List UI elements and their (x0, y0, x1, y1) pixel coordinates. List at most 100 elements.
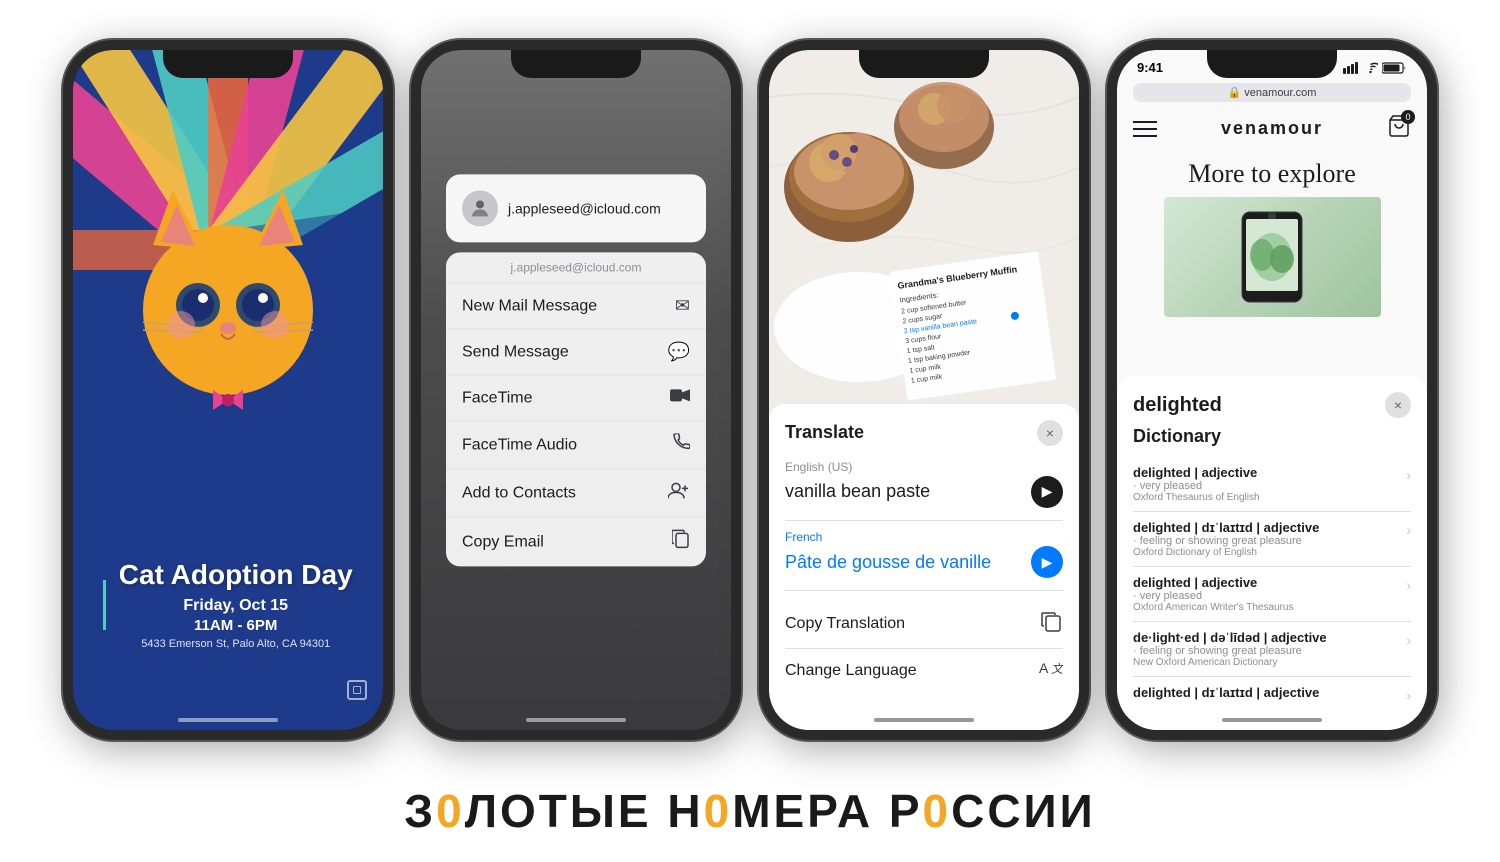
change-language-action[interactable]: Change Language A 文 (785, 649, 1063, 694)
venamour-logo: venamour (1157, 118, 1387, 139)
dict-entry-2[interactable]: delighted | dɪˈlaɪtɪd | adjective · feel… (1133, 512, 1411, 567)
message-icon: 💬 (668, 341, 690, 362)
dict-entry-2-title: delighted | dɪˈlaɪtɪd | adjective (1133, 520, 1406, 535)
phone1-frame: Cat Adoption Day Friday, Oct 15 11AM - 6… (63, 40, 393, 740)
dict-entry-5-content: delighted | dɪˈlaɪtɪd | adjective (1133, 685, 1406, 700)
dictionary-close-button[interactable]: × (1385, 392, 1411, 418)
cat-event-content: Cat Adoption Day Friday, Oct 15 11AM - 6… (73, 560, 383, 730)
status-time: 9:41 (1137, 60, 1163, 75)
phone4-home-indicator (1222, 718, 1322, 722)
bottom-text-area: З0ЛОТЫЕ Н0МЕРА Р0ССИИ (0, 760, 1500, 862)
menu-item-copy-email[interactable]: Copy Email (446, 517, 706, 566)
phone1-home-indicator (178, 718, 278, 722)
url-text: venamour.com (1244, 87, 1316, 99)
venamour-product-image (1164, 197, 1381, 317)
email-avatar (462, 190, 498, 226)
svg-text:A: A (1039, 660, 1049, 676)
dictionary-word: delighted (1133, 394, 1222, 417)
dict-entry-1[interactable]: delighted | adjective · very pleased Oxf… (1133, 457, 1411, 512)
phone4-screen: 9:41 (1117, 50, 1427, 730)
golden-numbers-text: З0ЛОТЫЕ Н0МЕРА Р0ССИИ (404, 784, 1095, 838)
chevron-icon-1: › (1406, 467, 1411, 483)
muffin-photo: Grandma's Blueberry Muffin Ingredients: … (769, 50, 1079, 424)
chevron-icon-5: › (1406, 687, 1411, 703)
venamour-page-heading: More to explore (1117, 159, 1427, 189)
text-highlight-0: 0 (436, 785, 465, 837)
translate-title: Translate (785, 422, 864, 443)
dict-entry-1-title: delighted | adjective (1133, 465, 1406, 480)
cat-event-time: 11AM - 6PM (119, 617, 353, 634)
cat-event-title: Cat Adoption Day (119, 560, 353, 591)
copy-icon (672, 529, 690, 554)
cat-event-date: Friday, Oct 15 (119, 597, 353, 615)
phone3-home-indicator (874, 718, 974, 722)
target-lang-label: French (785, 530, 1063, 544)
phone1-screen: Cat Adoption Day Friday, Oct 15 11AM - 6… (73, 50, 383, 730)
venamour-status-bar: 9:41 (1117, 50, 1427, 79)
svg-text:文: 文 (1051, 662, 1063, 676)
dict-entry-4-content: de·light·ed | dəˈlīdəd | adjective · fee… (1133, 630, 1406, 668)
translate-divider (785, 520, 1063, 521)
copy-translation-action[interactable]: Copy Translation (785, 601, 1063, 649)
dict-entry-1-sub: · very pleased (1133, 480, 1406, 492)
chevron-icon-4: › (1406, 632, 1411, 648)
menu-item-add-contacts[interactable]: Add to Contacts (446, 469, 706, 517)
translate-source-section: English (US) vanilla bean paste ▶ (785, 460, 1063, 508)
dict-entry-1-content: delighted | adjective · very pleased Oxf… (1133, 465, 1406, 503)
venamour-nav: venamour 0 (1117, 106, 1427, 151)
dictionary-section-label: Dictionary (1133, 426, 1411, 447)
menu-item-facetime-audio[interactable]: FaceTime Audio (446, 421, 706, 469)
source-text: vanilla bean paste ▶ (785, 476, 1063, 508)
cart-icon-wrapper[interactable]: 0 (1387, 114, 1411, 143)
menu-item-facetime[interactable]: FaceTime (446, 375, 706, 421)
copy-translation-icon (1041, 611, 1063, 638)
dict-entry-3-source: Oxford American Writer's Thesaurus (1133, 602, 1406, 613)
cat-event-address: 5433 Emerson St, Palo Alto, CA 94301 (119, 638, 353, 650)
dictionary-panel: delighted × Dictionary delighted | adjec… (1117, 376, 1427, 730)
phone2-home-indicator (526, 718, 626, 722)
dict-entry-4-title: de·light·ed | dəˈlīdəd | adjective (1133, 630, 1406, 645)
phone4-frame: 9:41 (1107, 40, 1437, 740)
phone3-frame: Grandma's Blueberry Muffin Ingredients: … (759, 40, 1089, 740)
translate-divider2 (785, 590, 1063, 591)
dict-entry-1-source: Oxford Thesaurus of English (1133, 492, 1406, 503)
phone2-screen: j.appleseed@icloud.com j.appleseed@iclou… (421, 50, 731, 730)
dict-entry-3[interactable]: delighted | adjective · very pleased Oxf… (1133, 567, 1411, 622)
dict-entry-2-source: Oxford Dictionary of English (1133, 547, 1406, 558)
dict-entry-2-sub: · feeling or showing great pleasure (1133, 535, 1406, 547)
cart-count: 0 (1401, 110, 1415, 124)
main-container: Cat Adoption Day Friday, Oct 15 11AM - 6… (0, 0, 1500, 862)
text-highlight-0b: 0 (704, 785, 733, 837)
mail-icon: ✉ (675, 295, 690, 316)
context-menu-email-label: j.appleseed@icloud.com (446, 252, 706, 283)
dictionary-header: delighted × (1133, 392, 1411, 418)
dict-entry-4-sub: · feeling or showing great pleasure (1133, 645, 1406, 657)
venamour-website: 9:41 (1117, 50, 1427, 424)
menu-item-new-mail[interactable]: New Mail Message ✉ (446, 283, 706, 329)
fullscreen-icon[interactable] (347, 680, 367, 700)
dict-entry-4[interactable]: de·light·ed | dəˈlīdəd | adjective · fee… (1133, 622, 1411, 677)
play-target-button[interactable]: ▶ (1031, 546, 1063, 578)
dict-entry-5-title: delighted | dɪˈlaɪtɪd | adjective (1133, 685, 1406, 700)
dict-entry-3-sub: · very pleased (1133, 590, 1406, 602)
translate-panel: Translate × English (US) vanilla bean pa… (769, 404, 1079, 730)
phones-row: Cat Adoption Day Friday, Oct 15 11AM - 6… (0, 0, 1500, 760)
chevron-icon-3: › (1406, 577, 1411, 593)
phone2-frame: j.appleseed@icloud.com j.appleseed@iclou… (411, 40, 741, 740)
email-header-card: j.appleseed@icloud.com (446, 174, 706, 242)
text-part7: ССИИ (951, 785, 1096, 837)
translate-close-button[interactable]: × (1037, 420, 1063, 446)
email-popup-container: j.appleseed@icloud.com j.appleseed@iclou… (446, 174, 706, 566)
text-part3: ЛОТЫЕ Н (465, 785, 704, 837)
dict-entry-3-title: delighted | adjective (1133, 575, 1406, 590)
dict-entry-5[interactable]: delighted | dɪˈlaɪtɪd | adjective › (1133, 677, 1411, 711)
menu-item-send-message[interactable]: Send Message 💬 (446, 329, 706, 375)
url-bar[interactable]: 🔒 venamour.com (1133, 83, 1411, 102)
context-menu-card: j.appleseed@icloud.com New Mail Message … (446, 252, 706, 566)
text-part1: З (404, 785, 436, 837)
hamburger-icon[interactable] (1133, 120, 1157, 138)
dict-entry-3-content: delighted | adjective · very pleased Oxf… (1133, 575, 1406, 613)
dict-entry-4-source: New Oxford American Dictionary (1133, 657, 1406, 668)
play-source-button[interactable]: ▶ (1031, 476, 1063, 508)
dict-entry-2-content: delighted | dɪˈlaɪtɪd | adjective · feel… (1133, 520, 1406, 558)
